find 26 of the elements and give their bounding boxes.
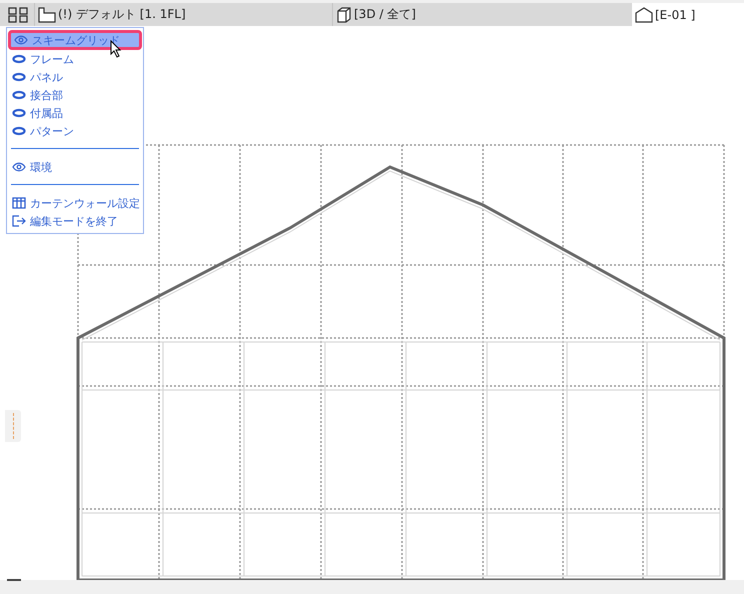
oval-icon — [12, 126, 26, 136]
menu-item[interactable]: パターン — [7, 122, 143, 140]
oval-icon — [12, 72, 26, 82]
floor-plan-icon — [38, 6, 56, 22]
menu-item[interactable]: パネル — [7, 68, 143, 86]
eye-icon — [14, 35, 28, 45]
menu-item[interactable]: 環境 — [7, 158, 143, 176]
house-icon — [635, 6, 653, 22]
view-tab[interactable]: [3D / 全て] — [332, 3, 632, 26]
oval-icon — [12, 54, 26, 64]
view-tab[interactable]: (!) デフォルト [1. 1FL] — [34, 3, 332, 26]
oval-icon — [12, 90, 26, 100]
menu-item[interactable]: カーテンウォール設定 — [7, 194, 143, 212]
ruler-mark — [7, 579, 21, 581]
menu-item[interactable]: 付属品 — [7, 104, 143, 122]
view-tab[interactable]: [E-01 ] — [632, 3, 744, 26]
menu-item[interactable]: フレーム — [7, 50, 143, 68]
menu-item[interactable]: 編集モードを終了 — [7, 212, 143, 230]
oval-icon — [12, 108, 26, 118]
grid-panel-icon — [12, 197, 26, 209]
exit-icon — [12, 215, 26, 227]
cube-icon — [336, 6, 352, 22]
menu-item[interactable]: 接合部 — [7, 86, 143, 104]
eye-icon — [12, 162, 26, 172]
view-grid-icon[interactable] — [8, 7, 28, 23]
side-handle[interactable] — [5, 410, 21, 442]
